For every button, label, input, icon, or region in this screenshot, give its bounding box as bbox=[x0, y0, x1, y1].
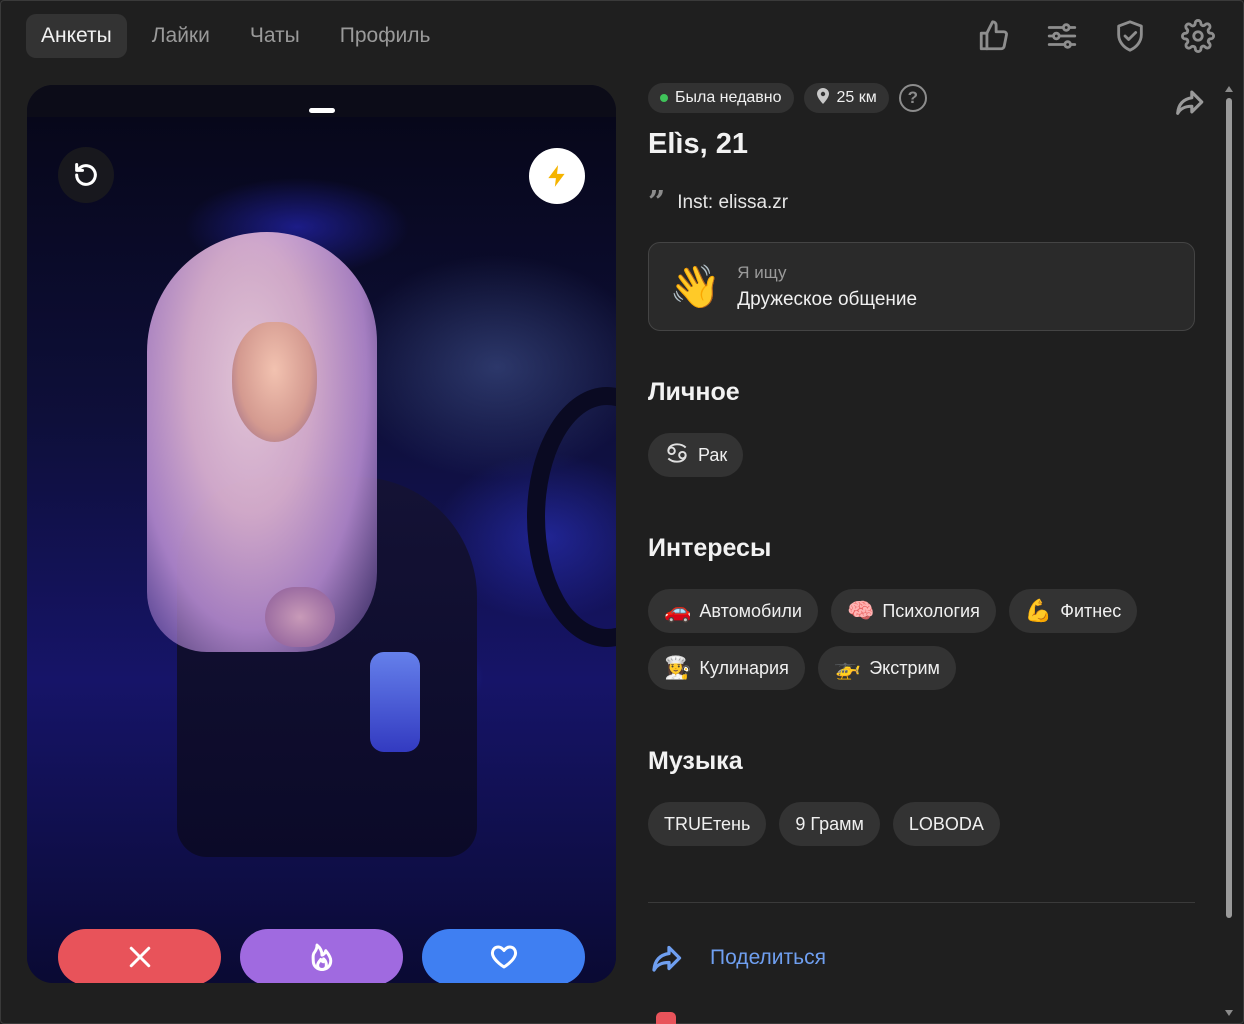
report-icon[interactable] bbox=[656, 1012, 676, 1024]
dislike-button[interactable] bbox=[58, 929, 221, 983]
zodiac-label: Рак bbox=[698, 444, 728, 465]
interest-label: Кулинария bbox=[699, 657, 789, 678]
interest-chip-cooking: 👩‍🍳 Кулинария bbox=[648, 646, 805, 690]
photo-person-hand bbox=[265, 587, 335, 647]
cook-icon: 👩‍🍳 bbox=[664, 655, 692, 680]
flame-icon bbox=[311, 943, 332, 971]
online-status-badge: Была недавно bbox=[648, 83, 794, 113]
tab-chats[interactable]: Чаты bbox=[235, 14, 315, 58]
share-arrow-icon[interactable] bbox=[1172, 85, 1208, 121]
music-chips: TRUEтень 9 Грамм LOBODA bbox=[648, 802, 1000, 846]
undo-icon bbox=[75, 162, 97, 186]
shield-check-icon[interactable] bbox=[1112, 16, 1148, 56]
top-toolbar bbox=[976, 16, 1216, 56]
profile-bio: ” Inst: elissa.zr bbox=[648, 185, 789, 220]
top-tabs: Анкеты Лайки Чаты Профиль bbox=[26, 14, 445, 58]
profile-photo[interactable] bbox=[27, 117, 616, 983]
tab-likes[interactable]: Лайки bbox=[137, 14, 225, 58]
interest-chip-fitness: 💪 Фитнес bbox=[1008, 589, 1138, 633]
profile-photo-card[interactable] bbox=[27, 85, 616, 983]
share-profile-button[interactable]: Поделиться bbox=[648, 940, 826, 976]
photo-steering-wheel bbox=[527, 387, 616, 647]
online-dot-icon bbox=[660, 94, 668, 102]
brain-icon: 🧠 bbox=[846, 598, 875, 623]
share-label: Поделиться bbox=[710, 946, 826, 969]
undo-button[interactable] bbox=[58, 147, 114, 203]
interest-label: Экстрим bbox=[869, 657, 940, 678]
interest-label: Автомобили bbox=[699, 600, 802, 621]
location-pin-icon bbox=[816, 87, 830, 109]
status-row: Была недавно 25 км ? bbox=[648, 82, 1195, 114]
photo-person-face bbox=[232, 322, 317, 442]
online-status-text: Была недавно bbox=[675, 89, 782, 106]
flexed-biceps-icon: 💪 bbox=[1024, 598, 1053, 623]
photo-water-bottle bbox=[370, 652, 420, 752]
interest-label: Фитнес bbox=[1060, 600, 1122, 621]
looking-for-card: 👋 Я ищу Дружеское общение bbox=[648, 242, 1195, 331]
interest-chip-extreme: 🚁 Экстрим bbox=[817, 646, 956, 690]
music-chip: LOBODA bbox=[892, 802, 1000, 846]
distance-badge: 25 км bbox=[803, 83, 889, 113]
scroll-up-arrow-icon[interactable] bbox=[1225, 86, 1233, 92]
car-icon: 🚗 bbox=[664, 598, 692, 623]
interest-label: Психология bbox=[882, 600, 980, 621]
personal-chips: Рак bbox=[648, 433, 744, 477]
looking-for-value: Дружеское общение bbox=[737, 288, 918, 310]
profile-name-age: Elìs, 21 bbox=[648, 128, 748, 160]
heart-icon bbox=[490, 945, 517, 969]
cancer-zodiac-icon bbox=[664, 440, 690, 471]
superlike-button[interactable] bbox=[240, 929, 403, 983]
music-chip: 9 Грамм bbox=[779, 802, 880, 846]
like-button[interactable] bbox=[422, 929, 585, 983]
tab-ankety[interactable]: Анкеты bbox=[26, 14, 127, 58]
zodiac-chip: Рак bbox=[648, 433, 744, 477]
vertical-scrollbar[interactable] bbox=[1223, 86, 1235, 1016]
close-icon bbox=[129, 946, 150, 968]
helicopter-icon: 🚁 bbox=[833, 655, 862, 680]
lightning-icon bbox=[548, 165, 565, 187]
music-section-title: Музыка bbox=[648, 747, 743, 775]
interests-section-title: Интересы bbox=[648, 534, 772, 562]
boost-button[interactable] bbox=[529, 148, 585, 204]
music-chip: TRUEтень bbox=[648, 802, 767, 846]
help-icon[interactable]: ? bbox=[898, 84, 927, 112]
quote-icon: ” bbox=[648, 185, 666, 220]
scrollbar-thumb[interactable] bbox=[1226, 98, 1232, 918]
photo-person-hair bbox=[147, 232, 377, 652]
personal-section-title: Личное bbox=[648, 378, 740, 406]
interest-chip-psychology: 🧠 Психология bbox=[830, 589, 996, 633]
section-divider bbox=[648, 902, 1195, 903]
scroll-down-arrow-icon[interactable] bbox=[1225, 1010, 1233, 1016]
profile-details: Была недавно 25 км ? Elìs, 21 ” Inst: el… bbox=[648, 82, 1204, 1024]
photo-pager-indicator bbox=[308, 108, 335, 113]
settings-gear-icon[interactable] bbox=[1180, 16, 1216, 56]
interests-chips-row-2: 👩‍🍳 Кулинария 🚁 Экстрим bbox=[648, 646, 956, 690]
distance-text: 25 км bbox=[836, 89, 877, 106]
share-arrow-icon bbox=[652, 945, 682, 972]
filters-icon[interactable] bbox=[1044, 16, 1080, 56]
interests-chips-row-1: 🚗 Автомобили 🧠 Психология 💪 Фитнес bbox=[648, 589, 1138, 633]
card-header bbox=[27, 85, 616, 117]
tab-profile[interactable]: Профиль bbox=[325, 14, 446, 58]
bio-text: Inst: elissa.zr bbox=[677, 192, 789, 213]
interest-chip-cars: 🚗 Автомобили bbox=[648, 589, 818, 633]
waving-hand-icon: 👋 bbox=[669, 262, 722, 310]
looking-for-label: Я ищу bbox=[737, 262, 787, 282]
thumbs-up-icon[interactable] bbox=[976, 16, 1012, 56]
